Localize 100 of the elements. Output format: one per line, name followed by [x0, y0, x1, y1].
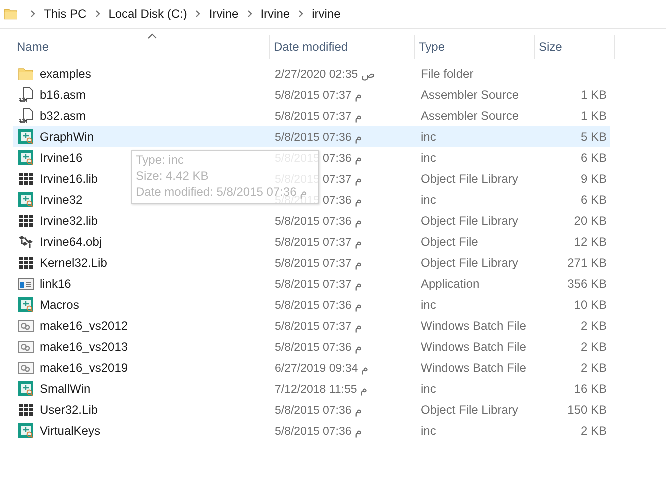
gears-window-icon: [18, 360, 34, 376]
gears-window-icon: [18, 318, 34, 334]
size-text: 1 KB: [580, 108, 607, 122]
size-text: 10 KB: [574, 298, 607, 312]
document-icon: [18, 380, 34, 396]
size-text: 6 KB: [580, 150, 607, 164]
date-text: 5/8/2015 07:36 م: [275, 426, 362, 438]
document-icon: [18, 128, 34, 144]
type-text: Object File Library: [421, 402, 518, 416]
file-name[interactable]: make16_vs2019: [40, 360, 128, 374]
size-text: 6 KB: [580, 192, 607, 206]
file-name[interactable]: b16.asm: [40, 88, 86, 102]
size-text: 16 KB: [574, 382, 607, 396]
folder-icon: [4, 7, 18, 21]
type-text: Object File: [421, 234, 478, 248]
chevron-icon: [195, 10, 202, 18]
date-text: 6/27/2019 09:34 م: [275, 362, 368, 374]
tooltip-text: Type: inc: [136, 153, 184, 168]
type-text: Application: [421, 276, 480, 290]
type-text: Windows Batch File: [421, 318, 526, 332]
date-text: 5/8/2015 07:36 م: [275, 216, 362, 228]
breadcrumb-item[interactable]: Irvine: [258, 7, 292, 21]
address-bar[interactable]: This PC Local Disk (C:) Irvine Irvine irvine: [0, 0, 666, 29]
file-name[interactable]: SmallWin: [40, 382, 91, 396]
chevron-icon: [94, 10, 101, 18]
file-name[interactable]: Irvine32.lib: [40, 214, 98, 228]
tooltip-text: Size: 4.42 KB: [136, 169, 209, 184]
date-text: 5/8/2015 07:37 م: [275, 174, 362, 186]
file-name[interactable]: Irvine64.obj: [40, 234, 102, 248]
size-text: 12 KB: [574, 234, 607, 248]
file-name[interactable]: Irvine32: [40, 192, 83, 206]
date-text: 5/8/2015 07:37 م: [275, 236, 362, 248]
date-text: 5/8/2015 07:36 م: [275, 342, 362, 354]
type-text: inc: [421, 298, 436, 312]
size-text: 2 KB: [580, 340, 607, 354]
file-name[interactable]: Macros: [40, 298, 80, 312]
size-text: 2 KB: [580, 318, 607, 332]
date-text: 7/12/2018 11:55 م: [275, 384, 368, 396]
file-name[interactable]: Irvine16: [40, 150, 83, 164]
type-text: Object File Library: [421, 214, 518, 228]
size-text: 1 KB: [580, 88, 607, 102]
file-name[interactable]: VirtualKeys: [40, 424, 100, 438]
folder-icon: [18, 66, 34, 82]
date-text: 5/8/2015 07:37 م: [275, 320, 362, 332]
document-icon: [18, 422, 34, 438]
file-name[interactable]: Irvine16.lib: [40, 172, 98, 186]
type-text: inc: [421, 150, 436, 164]
file-name[interactable]: b32.asm: [40, 108, 86, 122]
asm-file-icon: [18, 108, 34, 124]
type-text: inc: [421, 424, 436, 438]
type-text: Windows Batch File: [421, 340, 526, 354]
type-text: File folder: [421, 66, 474, 80]
breadcrumb-item[interactable]: Irvine: [207, 7, 241, 21]
file-name[interactable]: GraphWin: [40, 130, 94, 144]
size-text: 9 KB: [580, 172, 607, 186]
breadcrumb-item[interactable]: irvine: [310, 7, 343, 21]
size-text: 20 KB: [574, 214, 607, 228]
document-icon: [18, 296, 34, 312]
size-text: 2 KB: [580, 424, 607, 438]
type-text: Assembler Source: [421, 88, 520, 102]
file-name[interactable]: Kernel32.Lib: [40, 256, 108, 270]
type-text: inc: [421, 192, 436, 206]
type-text: Windows Batch File: [421, 360, 526, 374]
date-text: 2/27/2020 02:35 ص: [275, 68, 376, 80]
size-text: 2 KB: [580, 360, 607, 374]
type-text: inc: [421, 382, 436, 396]
breadcrumb-item[interactable]: This PC: [42, 7, 89, 21]
file-name[interactable]: User32.Lib: [40, 402, 98, 416]
size-text: 356 KB: [568, 276, 607, 290]
file-name[interactable]: link16: [40, 276, 72, 290]
document-icon: [18, 150, 34, 166]
date-text: 5/8/2015 07:37 م: [275, 110, 362, 122]
chevron-icon: [30, 10, 36, 18]
type-text: Object File Library: [421, 256, 518, 270]
type-text: inc: [421, 130, 436, 144]
date-text: 5/8/2015 07:36 م: [275, 132, 362, 144]
column-header[interactable]: Name: [17, 40, 50, 54]
size-text: 271 KB: [568, 256, 607, 270]
document-icon: [18, 192, 34, 208]
file-name[interactable]: make16_vs2012: [40, 318, 128, 332]
size-text: 150 KB: [568, 402, 607, 416]
date-text: 5/8/2015 07:36 م: [275, 152, 362, 164]
column-header[interactable]: Size: [539, 40, 562, 54]
file-name[interactable]: make16_vs2013: [40, 340, 128, 354]
breadcrumb-item[interactable]: Local Disk (C:): [106, 7, 190, 21]
date-text: 5/8/2015 07:37 م: [275, 258, 362, 270]
date-text: 5/8/2015 07:37 م: [275, 278, 362, 290]
date-text: 5/8/2015 07:36 م: [275, 404, 362, 416]
type-text: Object File Library: [421, 172, 518, 186]
asm-file-icon: [18, 86, 34, 102]
size-text: 5 KB: [580, 130, 607, 144]
file-name[interactable]: examples: [40, 66, 92, 80]
date-text: 5/8/2015 07:36 م: [275, 300, 362, 312]
column-header[interactable]: Date modified: [274, 40, 348, 54]
window-icon: [18, 276, 34, 292]
date-text: 5/8/2015 07:37 م: [275, 90, 362, 102]
chevron-icon: [246, 10, 253, 18]
gears-window-icon: [18, 338, 34, 354]
column-header[interactable]: Type: [419, 40, 446, 54]
type-text: Assembler Source: [421, 108, 520, 122]
